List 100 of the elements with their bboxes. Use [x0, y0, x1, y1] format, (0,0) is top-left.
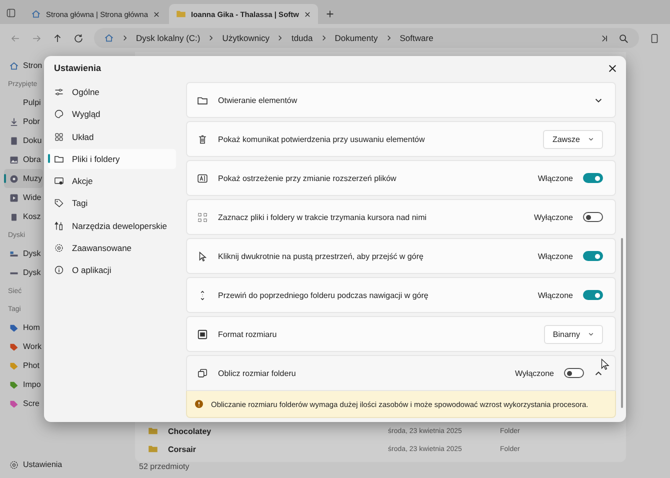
tag-icon — [54, 198, 64, 208]
sidebar-item[interactable]: Hom — [4, 318, 43, 337]
warning-icon — [195, 400, 203, 408]
toggle-state: Włączone — [538, 174, 573, 182]
text-box-icon — [197, 172, 208, 184]
size-icon — [197, 328, 208, 340]
tools-icon — [54, 220, 64, 231]
nav-item[interactable]: O aplikacji — [48, 260, 176, 280]
close-icon[interactable] — [153, 10, 160, 18]
refresh-icon[interactable] — [73, 32, 84, 44]
setting-label: Format rozmiaru — [218, 330, 278, 338]
sidebar-item[interactable]: Impo — [4, 375, 43, 394]
download-icon — [9, 116, 19, 126]
close-icon[interactable] — [608, 64, 617, 72]
breadcrumb[interactable]: Dokumenty — [334, 33, 378, 43]
window-icon — [54, 176, 64, 186]
document-icon — [9, 136, 19, 146]
grid-icon — [54, 132, 64, 142]
file-name[interactable]: Chocolatey — [158, 426, 388, 436]
toggle-switch[interactable] — [583, 290, 603, 300]
nav-item[interactable]: Narzędzia deweloperskie — [48, 216, 176, 236]
scrollbar[interactable] — [621, 238, 623, 408]
nav-item[interactable]: Wygląd — [48, 104, 176, 124]
chevron-up-icon[interactable] — [594, 368, 603, 378]
toggle-switch[interactable] — [583, 251, 603, 261]
home-icon — [31, 9, 41, 19]
sidebar-item[interactable]: Dysk — [4, 244, 43, 263]
home-icon — [9, 60, 19, 70]
tab-actions-icon[interactable] — [6, 8, 16, 18]
breadcrumb[interactable]: Dysk lokalny (C:) — [136, 33, 200, 43]
up-icon[interactable] — [52, 32, 63, 44]
settings-icon — [9, 460, 19, 470]
nav-item[interactable]: Zaawansowane — [48, 238, 176, 258]
settings-button[interactable]: Ustawienia — [4, 455, 62, 474]
sidebar-item[interactable]: Pulpi — [4, 93, 43, 112]
setting-label: Zaznacz pliki i foldery w trakcie trzymania kursora nad nimi — [218, 212, 428, 222]
sidebar-item[interactable]: Muzy — [4, 169, 43, 188]
selection-icon — [197, 212, 208, 222]
chevron-icon — [386, 35, 392, 41]
sidebar-item[interactable]: Scre — [4, 394, 43, 413]
sidebar-item[interactable]: Dysk — [4, 263, 43, 282]
pointer-icon — [197, 250, 208, 262]
trash-icon — [197, 134, 208, 144]
home-icon — [104, 33, 114, 43]
breadcrumb[interactable]: tduda — [291, 33, 313, 43]
status-text: 52 przedmioty — [138, 462, 190, 473]
dialog-title: Ustawienia — [54, 63, 102, 73]
setting-label: Kliknij dwukrotnie na pustą przestrzeń, aby przejść w górę — [218, 252, 424, 260]
nav-item[interactable]: Układ — [48, 126, 176, 147]
close-icon[interactable] — [304, 10, 311, 18]
toggle-switch[interactable] — [583, 173, 603, 183]
folder-icon — [176, 9, 186, 19]
nav-item[interactable]: Pliki i foldery — [48, 148, 176, 169]
settings-sliders-icon — [54, 87, 64, 97]
image-icon — [9, 154, 19, 164]
copy-icon — [197, 368, 208, 378]
breadcrumb[interactable]: Software — [400, 33, 434, 43]
sidebar-item[interactable]: Pobr — [4, 112, 43, 131]
drive-icon — [9, 248, 19, 258]
chevron-icon — [277, 35, 284, 41]
setting-label: Przewiń do poprzedniego folderu podczas nawigacji w górę — [218, 290, 430, 300]
toggle-switch[interactable] — [583, 212, 603, 222]
nav-item[interactable]: Akcje — [48, 171, 176, 192]
video-icon — [9, 192, 19, 202]
address-bar[interactable]: Dysk lokalny (C:) Użytkownicy tduda Dokumenty Software — [94, 28, 639, 48]
sidebar-item[interactable]: Stron — [4, 56, 43, 75]
nav-item[interactable]: Ogólne — [48, 82, 176, 102]
dropdown[interactable]: Zawsze — [543, 130, 603, 148]
toggle-state: Włączone — [538, 290, 573, 300]
folder-icon — [54, 154, 64, 164]
breadcrumb[interactable]: Użytkownicy — [222, 33, 270, 43]
toggle-switch[interactable] — [564, 368, 584, 378]
clipboard-icon[interactable] — [649, 32, 660, 44]
setting-label: Pokaż ostrzeżenie przy zmianie rozszerzeń plików — [218, 174, 398, 182]
dropdown[interactable]: Binarny — [544, 324, 603, 344]
toggle-state: Włączone — [538, 252, 573, 260]
sidebar-item[interactable]: Kosz — [4, 207, 43, 226]
chevron-icon — [320, 35, 327, 41]
music-icon — [9, 174, 19, 184]
chevron-down-icon — [588, 331, 594, 337]
mouse-pointer-icon — [601, 358, 610, 371]
toggle-state: Wyłączone — [514, 368, 554, 378]
toggle-state: Wyłączone — [534, 212, 573, 222]
setting-label: Oblicz rozmiar folderu — [218, 368, 297, 378]
sidebar-item[interactable]: Doku — [4, 131, 43, 150]
nav-item[interactable]: Tagi — [48, 193, 176, 214]
sidebar-item[interactable]: Phot — [4, 356, 43, 375]
sidebar-item[interactable]: Wide — [4, 188, 43, 207]
setting-label: Pokaż komunikat potwierdzenia przy usuwaniu elementów — [218, 134, 426, 144]
setting-label: Otwieranie elementów — [218, 96, 298, 104]
chevron-icon — [122, 35, 128, 41]
info-icon — [54, 265, 64, 276]
sidebar-item[interactable]: Work — [4, 337, 43, 356]
chevron-icon — [208, 35, 214, 41]
folder-icon — [197, 94, 208, 106]
new-tab-icon[interactable] — [326, 10, 334, 18]
file-name[interactable]: Corsair — [158, 444, 388, 454]
search-icon[interactable] — [618, 32, 629, 44]
sidebar-item[interactable]: Obra — [4, 150, 43, 169]
chevron-down-icon — [588, 136, 594, 142]
